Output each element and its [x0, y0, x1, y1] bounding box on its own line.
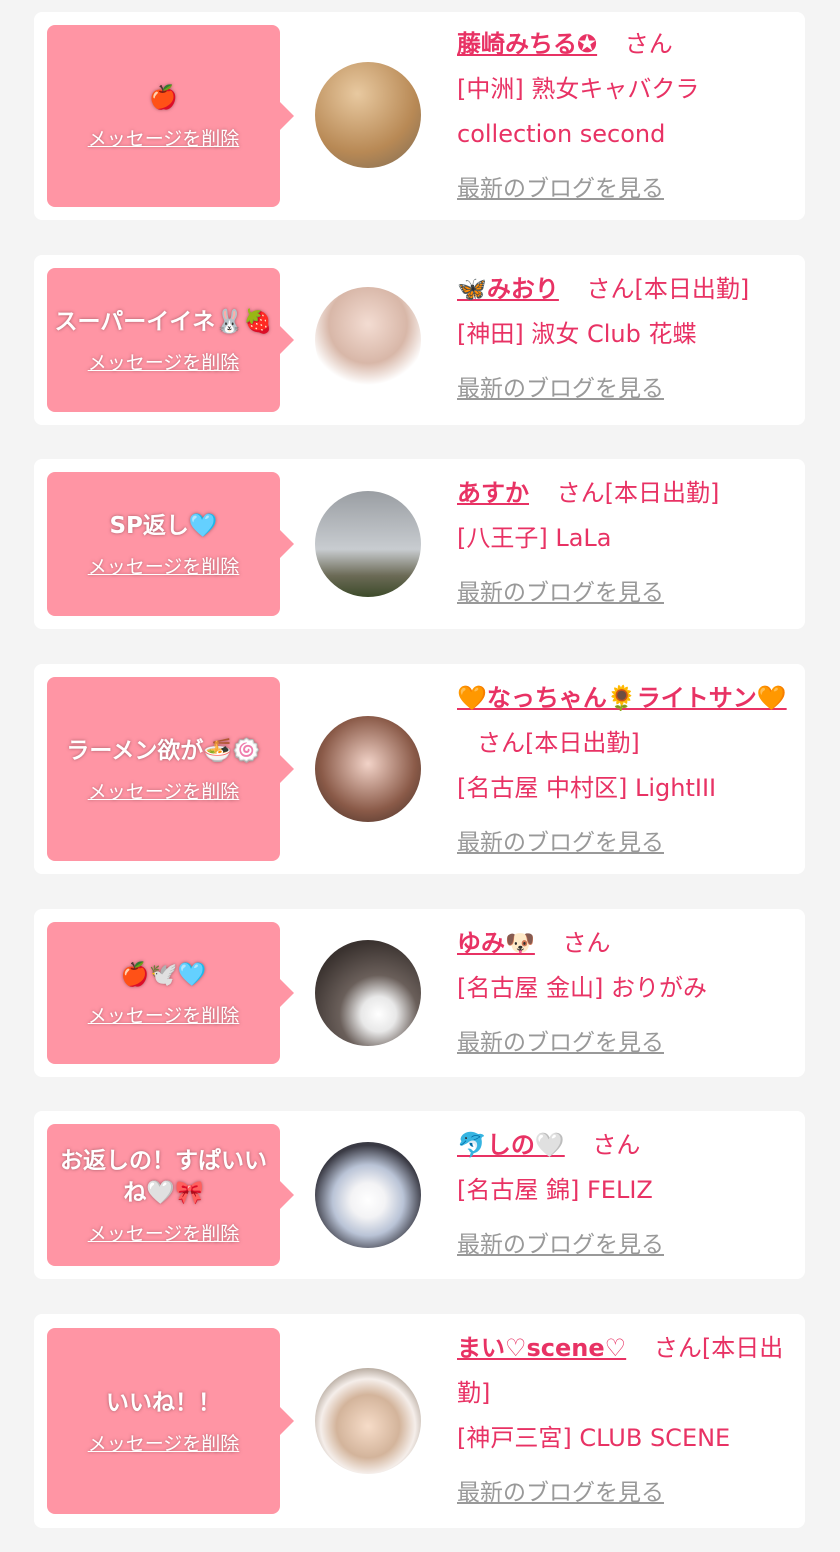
list-item: スーパーイイネ🐰🍓 メッセージを削除 🦋みおり さん[本日出勤] [神田] 淑女… [34, 255, 805, 425]
list-item: ラーメン欲が🍜🍥 メッセージを削除 🧡なっちゃん🌻ライトサン🧡 さん[本日出勤]… [34, 664, 805, 874]
shop-name: [神戸三宮] CLUB SCENE [457, 1424, 731, 1452]
list-item: 🍎 メッセージを削除 藤崎みちる✪ さん [中洲] 熟女キャバクラ collec… [34, 12, 805, 220]
avatar[interactable] [315, 1142, 421, 1248]
honorific: さん [586, 275, 635, 303]
delete-message-link[interactable]: メッセージを削除 [88, 1429, 240, 1456]
message-bubble: SP返し🩵 メッセージを削除 [47, 472, 294, 616]
profile-info: 🐬しの🤍 さん [名古屋 錦] FELIZ 最新のブログを見る [457, 1123, 795, 1268]
blog-link[interactable]: 最新のブログを見る [457, 571, 795, 616]
message-text: お返しの！すぱいいね🤍🎀 [60, 1147, 267, 1206]
message-text: 🍎 [149, 84, 178, 111]
profile-name-link[interactable]: あすか [457, 479, 529, 507]
message-list: 🍎 メッセージを削除 藤崎みちる✪ さん [中洲] 熟女キャバクラ collec… [0, 0, 840, 1552]
status-badge: [本日出勤] [604, 479, 720, 507]
honorific: さん [592, 1131, 641, 1159]
profile-info: ゆみ🐶 さん [名古屋 金山] おりがみ 最新のブログを見る [457, 921, 795, 1066]
status-badge: [本日出勤] [634, 275, 750, 303]
profile-info: 藤崎みちる✪ さん [中洲] 熟女キャバクラ collection second… [457, 22, 795, 212]
profile-name-link[interactable]: 🐬しの🤍 [457, 1131, 565, 1159]
message-bubble: スーパーイイネ🐰🍓 メッセージを削除 [47, 268, 294, 412]
list-item: 🍎🕊️🩵 メッセージを削除 ゆみ🐶 さん [名古屋 金山] おりがみ 最新のブロ… [34, 909, 805, 1077]
shop-name: [中洲] 熟女キャバクラ collection second [457, 75, 700, 148]
message-text: SP返し🩵 [109, 512, 218, 539]
shop-name: [神田] 淑女 Club 花蝶 [457, 320, 697, 348]
message-bubble: いいね！！ メッセージを削除 [47, 1328, 294, 1514]
message-text: スーパーイイネ🐰🍓 [54, 308, 273, 335]
shop-name: [八王子] LaLa [457, 524, 612, 552]
message-bubble: 🍎🕊️🩵 メッセージを削除 [47, 922, 294, 1064]
profile-name-link[interactable]: ゆみ🐶 [457, 929, 535, 957]
profile-name-link[interactable]: 🧡なっちゃん🌻ライトサン🧡 [457, 684, 787, 712]
delete-message-link[interactable]: メッセージを削除 [88, 1001, 240, 1028]
blog-link[interactable]: 最新のブログを見る [457, 167, 795, 212]
profile-name-link[interactable]: まい♡scene♡ [457, 1334, 626, 1362]
delete-message-link[interactable]: メッセージを削除 [88, 124, 240, 151]
delete-message-link[interactable]: メッセージを削除 [88, 348, 240, 375]
list-item: SP返し🩵 メッセージを削除 あすか さん[本日出勤] [八王子] LaLa 最… [34, 459, 805, 629]
profile-info: あすか さん[本日出勤] [八王子] LaLa 最新のブログを見る [457, 471, 795, 616]
avatar[interactable] [315, 491, 421, 597]
honorific: さん [653, 1334, 702, 1362]
message-bubble: ラーメン欲が🍜🍥 メッセージを削除 [47, 677, 294, 861]
delete-message-link[interactable]: メッセージを削除 [88, 777, 240, 804]
avatar[interactable] [315, 716, 421, 822]
profile-info: 🦋みおり さん[本日出勤] [神田] 淑女 Club 花蝶 最新のブログを見る [457, 267, 795, 412]
delete-message-link[interactable]: メッセージを削除 [88, 552, 240, 579]
blog-link[interactable]: 最新のブログを見る [457, 821, 795, 866]
shop-name: [名古屋 錦] FELIZ [457, 1176, 653, 1204]
honorific: さん [624, 30, 673, 58]
message-text: ラーメン欲が🍜🍥 [66, 737, 261, 764]
profile-info: まい♡scene♡ さん[本日出勤] [神戸三宮] CLUB SCENE 最新の… [457, 1326, 795, 1516]
shop-name: [名古屋 中村区] LightIII [457, 774, 717, 802]
honorific: さん [477, 729, 525, 757]
avatar[interactable] [315, 1368, 421, 1474]
message-bubble: 🍎 メッセージを削除 [47, 25, 294, 207]
honorific: さん [562, 929, 611, 957]
list-item: いいね！！ メッセージを削除 まい♡scene♡ さん[本日出勤] [神戸三宮]… [34, 1314, 805, 1528]
blog-link[interactable]: 最新のブログを見る [457, 1021, 795, 1066]
avatar[interactable] [315, 62, 421, 168]
message-text: 🍎🕊️🩵 [120, 961, 207, 988]
profile-info: 🧡なっちゃん🌻ライトサン🧡 さん[本日出勤] [名古屋 中村区] LightII… [457, 676, 795, 866]
message-text: いいね！！ [106, 1389, 221, 1416]
blog-link[interactable]: 最新のブログを見る [457, 367, 795, 412]
message-bubble: お返しの！すぱいいね🤍🎀 メッセージを削除 [47, 1124, 294, 1266]
honorific: さん [556, 479, 605, 507]
list-item: お返しの！すぱいいね🤍🎀 メッセージを削除 🐬しの🤍 さん [名古屋 錦] FE… [34, 1111, 805, 1279]
blog-link[interactable]: 最新のブログを見る [457, 1471, 795, 1516]
blog-link[interactable]: 最新のブログを見る [457, 1223, 795, 1268]
delete-message-link[interactable]: メッセージを削除 [88, 1219, 240, 1246]
avatar[interactable] [315, 287, 421, 393]
status-badge: [本日出勤] [525, 729, 640, 757]
avatar[interactable] [315, 940, 421, 1046]
shop-name: [名古屋 金山] おりがみ [457, 974, 707, 1002]
profile-name-link[interactable]: 藤崎みちる✪ [457, 30, 597, 58]
profile-name-link[interactable]: 🦋みおり [457, 275, 559, 303]
